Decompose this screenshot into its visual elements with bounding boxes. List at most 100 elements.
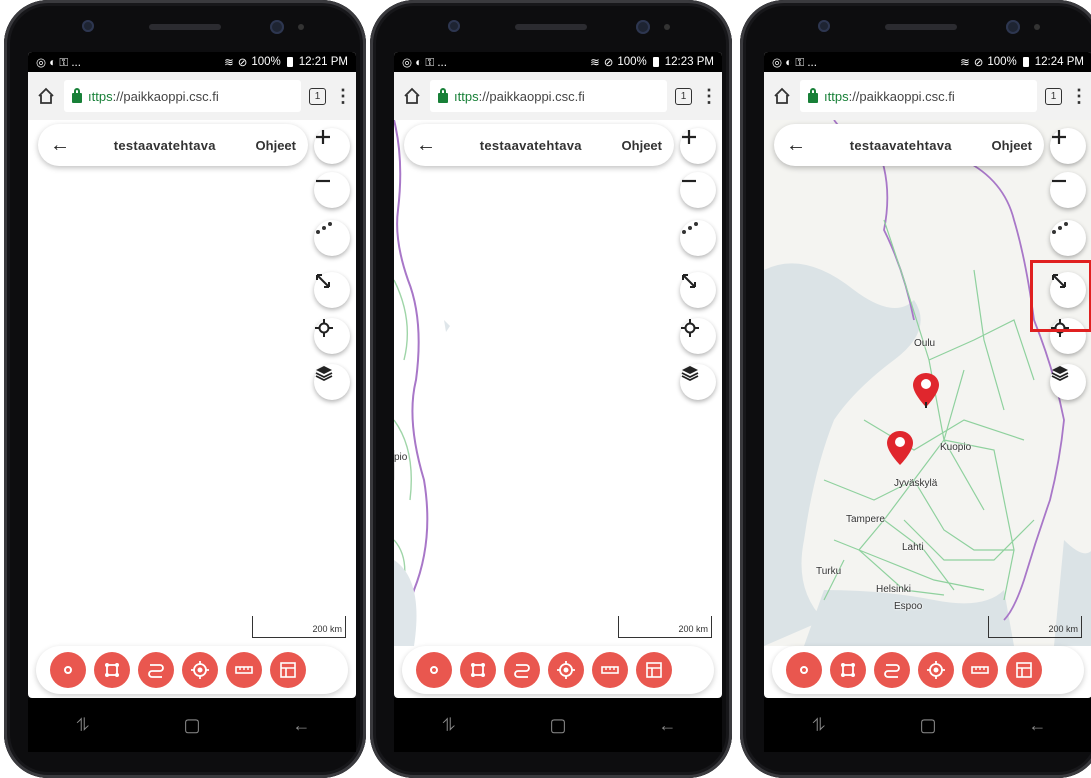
tool-line[interactable] [504,652,540,688]
recent-apps-icon[interactable]: ⥮ [434,715,464,736]
browser-menu-button[interactable]: ⋮ [700,87,718,105]
battery-icon [652,57,659,67]
map-points-icon [682,222,698,234]
polygon-icon [105,663,119,677]
tool-point[interactable] [416,652,452,688]
home-icon[interactable] [772,86,792,106]
tool-line[interactable] [874,652,910,688]
tab-switcher-button[interactable]: 1 [309,87,326,105]
map-view[interactable]: ← testaavatehtava Ohjeet 200 km [28,120,356,646]
home-button-icon[interactable]: ▢ [913,715,943,736]
tool-line[interactable] [138,652,174,688]
recent-apps-icon[interactable]: ⥮ [804,715,834,736]
city-label-kuopio: Kuopio [940,442,972,453]
tool-measure[interactable] [962,652,998,688]
url-field[interactable]: ıttps://paikkaoppi.csc.fi [64,80,301,112]
city-label-tampere: Tampere [846,514,885,525]
android-nav-bar: ⥮ ▢ ← [764,698,1091,752]
back-nav-icon[interactable]: ← [1022,715,1052,736]
browser-menu-button[interactable]: ⋮ [334,87,352,105]
minus-icon [682,179,696,183]
zoom-out-button[interactable] [314,172,350,208]
tab-switcher-button[interactable]: 1 [675,87,692,105]
tool-polygon[interactable] [94,652,130,688]
back-arrow-icon[interactable]: ← [50,134,74,157]
dnd-icon: ⊘ [603,57,614,69]
zoom-in-button[interactable] [680,128,716,164]
city-label-helsinki: Helsinki [876,584,912,595]
layers-icon [681,366,699,382]
points-button[interactable] [314,220,350,256]
map-view[interactable]: pio ← testaavatehtava Ohjeet 200 km [394,120,722,646]
zoom-in-button[interactable] [314,128,350,164]
city-label-oulu: Oulu [914,338,936,349]
earpiece-speaker [149,24,221,30]
tool-layout[interactable] [1006,652,1042,688]
status-icons: ◎ ◐ ⚿ ... [772,56,817,69]
tool-layout[interactable] [270,652,306,688]
tool-polygon[interactable] [460,652,496,688]
city-label-espoo: Espoo [894,601,923,612]
status-icons: ◎ ◐ ⚿ ... [36,56,81,69]
screen: ◎ ◐ ⚿ ... ≋ ⊘ 100% 12:21 PM ıttps://paik… [28,52,356,698]
back-arrow-icon[interactable]: ← [786,134,810,157]
tool-target[interactable] [918,652,954,688]
scale-label: 200 km [312,624,342,634]
tool-target[interactable] [182,652,218,688]
proximity-sensor [298,24,304,30]
back-arrow-icon[interactable]: ← [416,134,440,157]
help-link[interactable]: Ohjeet [992,138,1032,153]
zoom-out-button[interactable] [680,172,716,208]
front-sensor [818,20,830,32]
zoom-out-button[interactable] [1050,172,1086,208]
locate-button[interactable] [680,318,716,354]
minus-icon [316,179,330,183]
map-view[interactable]: Oulu Kuopio Jyväskylä Tampere Lahti Turk… [764,120,1091,646]
layers-icon [1051,366,1069,382]
tool-target[interactable] [548,652,584,688]
tab-switcher-button[interactable]: 1 [1045,87,1062,105]
url-field[interactable]: ıttps://paikkaoppi.csc.fi [800,80,1037,112]
map-marker-pin[interactable] [886,430,914,466]
tool-polygon[interactable] [830,652,866,688]
status-time: 12:24 PM [1034,56,1084,68]
home-icon[interactable] [36,86,56,106]
url-scheme: ıttps [824,88,849,104]
screen: ◎ ◐ ⚿ ... ≋ ⊘ 100% 12:23 PM ıttps://paik… [394,52,722,698]
layers-button[interactable] [1050,364,1086,400]
layout-icon [1016,662,1032,678]
url-scheme: ıttps [88,88,113,104]
help-link[interactable]: Ohjeet [256,138,296,153]
battery-icon [1022,57,1029,67]
back-nav-icon[interactable]: ← [652,715,682,736]
points-button[interactable] [680,220,716,256]
layers-button[interactable] [314,364,350,400]
browser-toolbar: ıttps://paikkaoppi.csc.fi 1 ⋮ [28,72,356,120]
home-button-icon[interactable]: ▢ [177,715,207,736]
tool-point[interactable] [50,652,86,688]
browser-menu-button[interactable]: ⋮ [1070,87,1088,105]
points-button[interactable] [1050,220,1086,256]
drawing-toolbar [36,646,348,694]
route-icon [514,664,530,678]
tool-measure[interactable] [226,652,262,688]
locate-button[interactable] [314,318,350,354]
tool-layout[interactable] [636,652,672,688]
map-marker-pin[interactable] [912,372,940,408]
recent-apps-icon[interactable]: ⥮ [68,715,98,736]
layers-button[interactable] [680,364,716,400]
tool-measure[interactable] [592,652,628,688]
tool-point[interactable] [786,652,822,688]
task-title: testaavatehtava [849,137,952,153]
home-icon[interactable] [402,86,422,106]
url-scheme: ıttps [454,88,479,104]
layout-icon [646,662,662,678]
url-field[interactable]: ıttps://paikkaoppi.csc.fi [430,80,667,112]
fullscreen-button[interactable] [314,272,350,308]
zoom-in-button[interactable] [1050,128,1086,164]
back-nav-icon[interactable]: ← [286,715,316,736]
fullscreen-button[interactable] [680,272,716,308]
point-icon [64,666,72,674]
home-button-icon[interactable]: ▢ [543,715,573,736]
help-link[interactable]: Ohjeet [622,138,662,153]
